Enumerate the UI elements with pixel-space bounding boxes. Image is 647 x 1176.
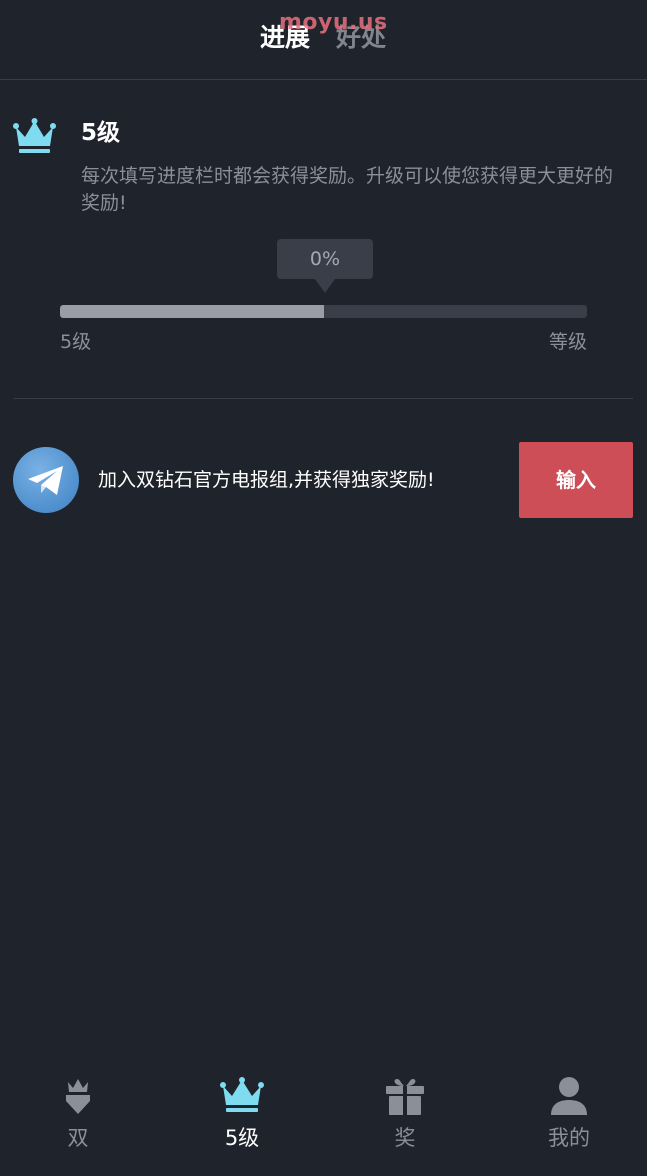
crown-icon bbox=[220, 1077, 264, 1112]
telegram-icon bbox=[28, 466, 63, 495]
header: 进展 好处 moyu.us bbox=[0, 0, 647, 80]
telegram-avatar bbox=[13, 447, 79, 513]
nav-label-double: 双 bbox=[67, 1126, 89, 1150]
tooltip-arrow bbox=[315, 279, 335, 293]
progress-end-label: 等级 bbox=[548, 331, 587, 353]
section-divider bbox=[14, 398, 633, 399]
nav-label-reward: 奖 bbox=[394, 1126, 416, 1150]
nav-item-level[interactable]: 5级 bbox=[182, 1060, 302, 1176]
nav-label-level: 5级 bbox=[224, 1126, 260, 1150]
progress-percent-tooltip: 0% bbox=[277, 239, 373, 279]
user-icon bbox=[551, 1077, 587, 1115]
bottom-nav: 双 5级 奖 我的 bbox=[0, 1060, 647, 1176]
level-title: 5级 bbox=[81, 120, 121, 146]
nav-item-reward[interactable]: 奖 bbox=[345, 1060, 465, 1176]
crown-icon bbox=[13, 118, 56, 153]
gift-icon bbox=[386, 1079, 424, 1115]
level-description: 每次填写进度栏时都会获得奖励。升级可以使您获得更大更好的奖励! bbox=[81, 165, 614, 214]
nav-label-mine: 我的 bbox=[548, 1126, 590, 1150]
diamond-crown-icon bbox=[66, 1079, 90, 1114]
nav-item-mine[interactable]: 我的 bbox=[509, 1060, 629, 1176]
telegram-promo-text: 加入双钻石官方电报组,并获得独家奖励! bbox=[98, 469, 435, 491]
enter-button[interactable]: 输入 bbox=[519, 442, 633, 518]
app-root: 进展 好处 moyu.us 5级 每次填写进度栏时都会获得奖励。升级可以使您获得… bbox=[0, 0, 647, 1176]
progress-start-label: 5级 bbox=[60, 331, 92, 353]
progress-bar bbox=[60, 305, 587, 318]
nav-item-double[interactable]: 双 bbox=[18, 1060, 138, 1176]
progress-fill bbox=[60, 305, 324, 318]
watermark: moyu.us bbox=[279, 10, 388, 35]
